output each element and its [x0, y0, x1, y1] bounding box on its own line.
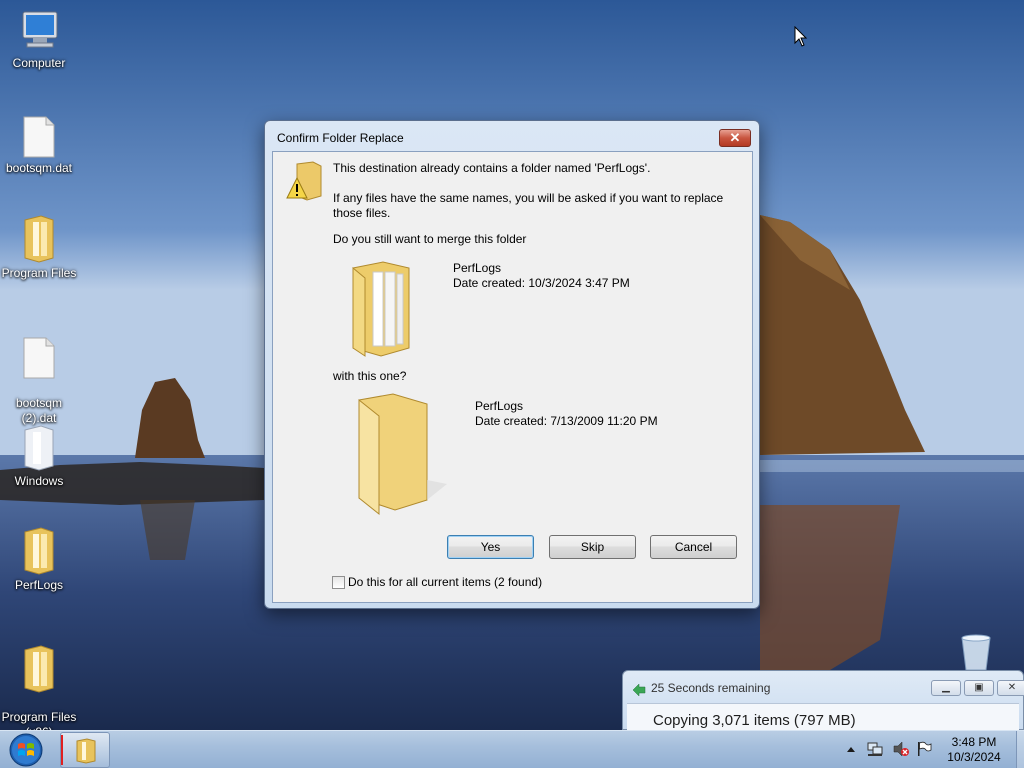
detail-text-line1: If any files have the same names, you wi…	[333, 191, 724, 205]
volume-muted-icon[interactable]	[892, 741, 910, 757]
desktop-icon-label: Windows	[14, 474, 64, 488]
destination-folder-option[interactable]: PerfLogs Date created: 7/13/2009 11:20 P…	[343, 390, 663, 518]
progress-status-text: Copying 3,071 items (797 MB)	[653, 712, 856, 729]
progress-window-title: 25 Seconds remaining	[651, 681, 771, 695]
apply-to-all-label[interactable]: Do this for all current items (2 found)	[348, 575, 542, 590]
desktop-icon-perflogs[interactable]: PerfLogs	[0, 526, 78, 593]
computer-icon	[22, 11, 58, 48]
source-folder-date: Date created: 10/3/2024 3:47 PM	[453, 276, 630, 290]
desktop-icon-label: bootsqm.dat	[5, 161, 73, 175]
warning-folder-icon	[286, 161, 322, 201]
clock-time: 3:48 PM	[951, 735, 997, 749]
desktop-icon-label: Program Files	[1, 266, 77, 280]
folder-icon	[358, 393, 447, 516]
copy-icon	[632, 683, 646, 696]
close-button[interactable]: ✕	[719, 129, 751, 147]
dialog-title: Confirm Folder Replace	[277, 131, 404, 145]
cancel-button[interactable]: Cancel	[650, 535, 737, 559]
dialog-body: This destination already contains a fold…	[272, 151, 753, 603]
source-folder-option[interactable]: PerfLogs Date created: 10/3/2024 3:47 PM	[343, 252, 643, 362]
desktop-icon-label: bootsqm (2).dat	[15, 396, 63, 425]
taskbar-item-windows-explorer[interactable]	[60, 732, 110, 768]
desktop-icon-windows[interactable]: Windows	[0, 424, 78, 489]
folder-icon	[24, 527, 54, 575]
mouse-cursor	[794, 26, 808, 47]
desktop-icon-label: PerfLogs	[14, 578, 64, 592]
file-icon	[23, 116, 55, 158]
detail-text-line2: those files.	[333, 206, 391, 220]
network-icon[interactable]	[866, 741, 884, 757]
desktop-icon-bootsqm-2-dat[interactable]: bootsqm (2).dat	[0, 322, 78, 440]
progress-window-body: Copying 3,071 items (797 MB)	[627, 703, 1019, 731]
desktop-icon-bootsqm-dat[interactable]: bootsqm.dat	[0, 115, 78, 176]
show-hidden-icons-arrow[interactable]	[846, 745, 856, 753]
desktop-icon-program-files[interactable]: Program Files	[0, 214, 78, 281]
destination-folder-name: PerfLogs	[475, 399, 524, 413]
show-desktop-button[interactable]	[1016, 731, 1024, 768]
desktop-icon-computer[interactable]: Computer	[0, 8, 78, 71]
yes-button[interactable]: Yes	[447, 535, 534, 559]
taskbar: 3:48 PM 10/3/2024	[0, 730, 1024, 768]
destination-folder-date: Date created: 7/13/2009 11:20 PM	[475, 414, 658, 428]
desktop-icon-label: Computer	[12, 56, 66, 70]
question-text: Do you still want to merge this folder	[333, 232, 527, 246]
connector-text: with this one?	[333, 369, 407, 383]
folder-icon	[76, 738, 96, 764]
source-folder-name: PerfLogs	[453, 261, 502, 275]
recycle-bin-icon[interactable]	[956, 632, 996, 672]
folder-icon	[24, 215, 54, 263]
file-icon	[23, 337, 55, 379]
close-button[interactable]: ✕	[997, 680, 1024, 696]
message-text: This destination already contains a fold…	[333, 161, 651, 175]
clock-date: 10/3/2024	[947, 750, 1001, 764]
folder-with-files-icon	[352, 261, 410, 357]
start-button[interactable]	[6, 732, 46, 768]
folder-icon	[24, 425, 54, 471]
taskbar-item-indicator	[61, 735, 63, 765]
maximize-button[interactable]: ▣	[964, 680, 994, 696]
action-center-flag-icon[interactable]	[916, 741, 932, 757]
copy-progress-window[interactable]: 25 Seconds remaining ▁ ▣ ✕ Copying 3,071…	[622, 670, 1024, 731]
apply-to-all-checkbox[interactable]	[332, 576, 345, 589]
skip-button[interactable]: Skip	[549, 535, 636, 559]
minimize-button[interactable]: ▁	[931, 680, 961, 696]
folder-icon	[24, 645, 54, 693]
confirm-folder-replace-dialog: Confirm Folder Replace ✕ This destinatio…	[264, 120, 760, 609]
system-clock[interactable]: 3:48 PM 10/3/2024	[934, 735, 1014, 765]
